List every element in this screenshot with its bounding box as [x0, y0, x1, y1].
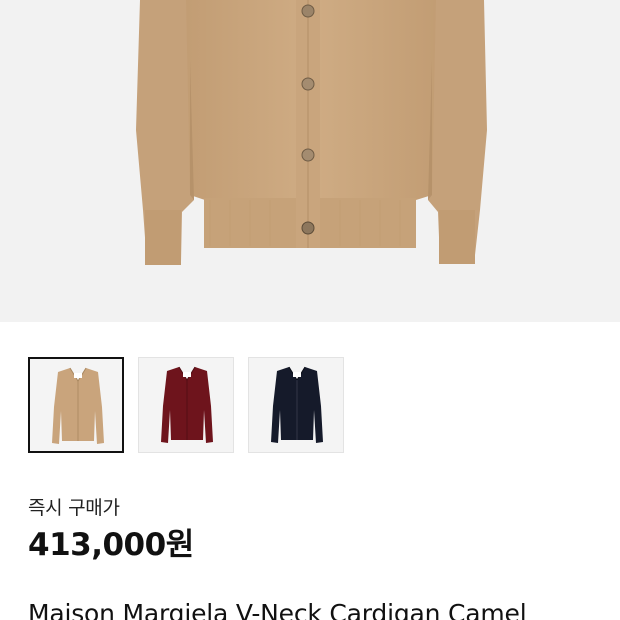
burgundy-cardigan-thumbnail [161, 366, 213, 443]
navy-cardigan-thumbnail [271, 366, 323, 443]
price-value: 413,000원 [28, 527, 194, 563]
camel-cardigan-image [136, 0, 487, 265]
camel-cardigan-thumbnail [52, 367, 104, 444]
thumbnail-camel[interactable] [28, 357, 124, 453]
product-detail-page: 즉시 구매가 413,000원 Maison Margiela V-Neck C… [0, 0, 620, 620]
thumbnail-burgundy[interactable] [138, 357, 234, 453]
product-name: Maison Margiela V-Neck Cardigan Camel [28, 599, 527, 620]
instant-buy-price-label: 즉시 구매가 [28, 497, 120, 519]
thumbnail-navy[interactable] [248, 357, 344, 453]
main-product-image[interactable] [0, 0, 620, 322]
